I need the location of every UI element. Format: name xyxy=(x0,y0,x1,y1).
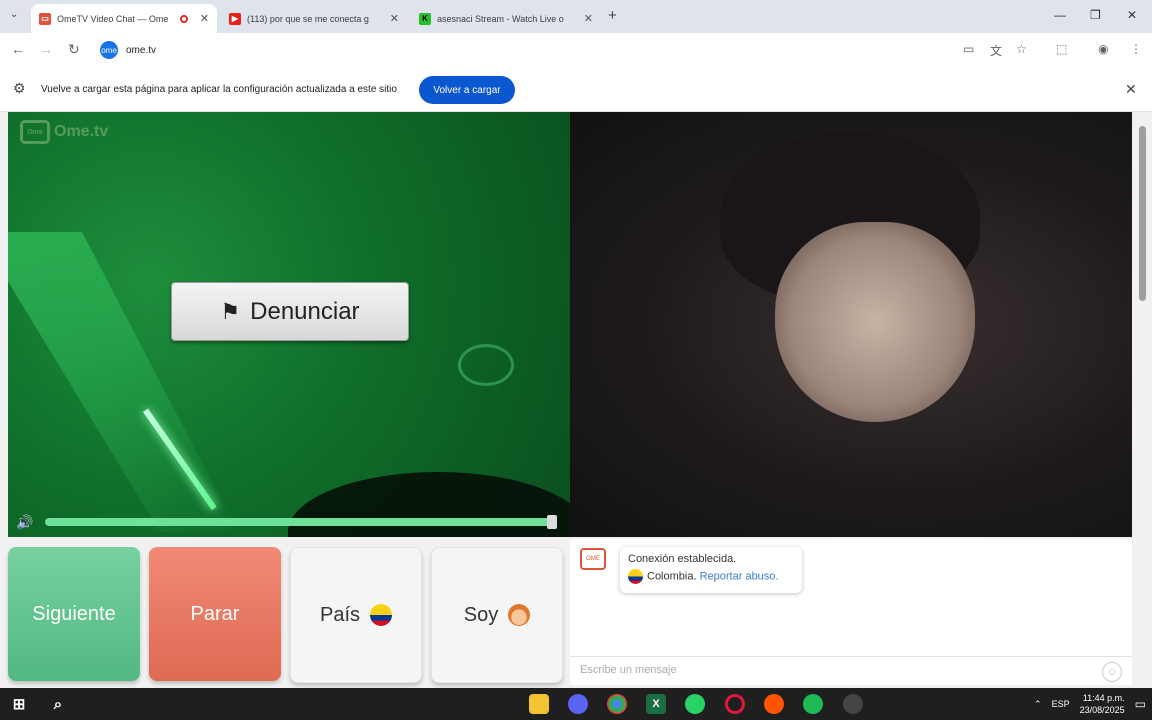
watermark-text: Ome.tv xyxy=(54,123,109,140)
report-abuse-link[interactable]: Reportar abuso. xyxy=(700,570,779,582)
browser-tab-strip: ⌄ ▭ OmeTV Video Chat — Ome ✕ ▶ (113) por… xyxy=(0,0,1152,33)
site-info-icon[interactable]: ome xyxy=(100,41,118,59)
tab-title: OmeTV Video Chat — Ome xyxy=(57,13,169,24)
kick-favicon-icon: K xyxy=(419,12,431,25)
system-message: Conexión establecida. Colombia. Reportar… xyxy=(620,547,802,593)
tab-title: (113) por que se me conecta g xyxy=(247,13,369,24)
page-scrollbar[interactable] xyxy=(1133,112,1152,688)
file-explorer-icon[interactable] xyxy=(529,694,549,714)
reload-icon[interactable]: ↻ xyxy=(68,41,80,58)
close-tab-icon[interactable]: ✕ xyxy=(584,12,593,25)
search-icon[interactable]: ⌕ xyxy=(48,694,68,714)
reload-infobar: ⚙ Vuelve a cargar esta página para aplic… xyxy=(0,67,1152,112)
flag-icon: ⚑ xyxy=(220,298,241,324)
report-label: Denunciar xyxy=(250,297,360,325)
message-input[interactable]: Escribe un mensaje ☺ xyxy=(570,656,1132,683)
excel-icon[interactable]: X xyxy=(646,694,666,714)
recording-icon xyxy=(179,14,188,23)
translate-icon[interactable]: 文 xyxy=(990,42,1002,59)
extensions-icon[interactable]: ⬚ xyxy=(1056,42,1067,56)
forward-icon[interactable]: → xyxy=(39,41,53,57)
chat-panel: OME Conexión establecida. Colombia. Repo… xyxy=(570,539,1132,685)
ometv-page: Ome Ome.tv ⚑ Denunciar 🔊 Siguiente Parar… xyxy=(0,112,1152,688)
ometv-favicon-icon: ▭ xyxy=(39,12,51,25)
reload-page-button[interactable]: Volver a cargar xyxy=(419,76,515,104)
restore-icon[interactable]: ❐ xyxy=(1090,8,1101,22)
clock[interactable]: 11:44 p.m. 23/08/2025 xyxy=(1080,692,1125,716)
report-button[interactable]: ⚑ Denunciar xyxy=(171,282,409,341)
gender-label: Soy xyxy=(463,603,499,626)
stop-button[interactable]: Parar xyxy=(149,547,281,681)
volume-knob[interactable] xyxy=(546,515,557,529)
country-label: País xyxy=(319,603,361,626)
close-tab-icon[interactable]: ✕ xyxy=(200,12,209,25)
speaker-icon[interactable]: 🔊 xyxy=(16,514,33,531)
next-button[interactable]: Siguiente xyxy=(8,547,140,681)
volume-bar: 🔊 xyxy=(8,508,570,537)
ometv-watermark-logo: Ome Ome.tv xyxy=(20,120,108,144)
windows-start-icon[interactable]: ⊞ xyxy=(9,694,29,714)
cast-icon[interactable]: ▭ xyxy=(963,42,974,56)
clock-time: 11:44 p.m. xyxy=(1082,693,1125,703)
self-video xyxy=(570,112,1132,537)
tab-title: asesnaci Stream - Watch Live o xyxy=(437,13,564,24)
circle-reflection xyxy=(458,344,514,386)
system-tray: ⌃ ESP 11:44 p.m. 23/08/2025 ▭ xyxy=(1034,688,1146,720)
boy-avatar-icon xyxy=(508,604,531,626)
stop-label: Parar xyxy=(190,602,240,625)
soundcloud-icon[interactable] xyxy=(764,694,784,714)
minimize-icon[interactable]: — xyxy=(1054,8,1066,22)
volume-fill xyxy=(45,518,552,526)
new-tab-button[interactable]: + xyxy=(608,7,617,24)
partner-video[interactable]: Ome Ome.tv ⚑ Denunciar xyxy=(8,112,570,537)
emoji-icon[interactable]: ☺ xyxy=(1102,662,1122,682)
close-infobar-icon[interactable]: ✕ xyxy=(1125,81,1137,98)
spotify-icon[interactable] xyxy=(803,694,823,714)
youtube-favicon-icon: ▶ xyxy=(229,12,241,25)
chrome-icon[interactable] xyxy=(607,694,627,714)
infobar-message: Vuelve a cargar esta página para aplicar… xyxy=(41,84,397,95)
recorder-icon[interactable] xyxy=(843,694,863,714)
gender-button[interactable]: Soy xyxy=(431,547,563,683)
windows-taskbar: ⊞ ⌕ X ⌃ ESP 11:44 p.m. 23/08/2025 ▭ xyxy=(0,688,1152,720)
partner-country: Colombia. xyxy=(647,570,697,583)
tab-search-icon[interactable]: ⌄ xyxy=(10,9,18,20)
tray-chevron-icon[interactable]: ⌃ xyxy=(1034,699,1042,710)
tv-logo-icon: Ome xyxy=(20,120,50,144)
tab-kick[interactable]: K asesnaci Stream - Watch Live o ✕ xyxy=(411,4,601,33)
scrollbar-thumb[interactable] xyxy=(1139,126,1146,301)
language-indicator[interactable]: ESP xyxy=(1052,699,1070,709)
bookmark-star-icon[interactable]: ☆ xyxy=(1016,42,1027,56)
connection-status: Conexión establecida. xyxy=(628,553,737,565)
notifications-icon[interactable]: ▭ xyxy=(1135,697,1146,711)
back-icon[interactable]: ← xyxy=(11,41,25,57)
opera-icon[interactable] xyxy=(725,694,745,714)
discord-icon[interactable] xyxy=(568,694,588,714)
message-placeholder: Escribe un mensaje xyxy=(580,664,677,676)
country-button[interactable]: País xyxy=(290,547,422,683)
volume-slider[interactable] xyxy=(45,515,557,529)
tab-ometv[interactable]: ▭ OmeTV Video Chat — Ome ✕ xyxy=(31,4,217,33)
close-tab-icon[interactable]: ✕ xyxy=(390,12,399,25)
colombia-flag-icon xyxy=(370,604,393,626)
next-label: Siguiente xyxy=(32,602,116,625)
tab-youtube[interactable]: ▶ (113) por que se me conecta g ✕ xyxy=(221,4,407,33)
menu-icon[interactable]: ⋮ xyxy=(1130,42,1142,56)
whatsapp-icon[interactable] xyxy=(685,694,705,714)
person-face xyxy=(775,222,975,422)
clock-date: 23/08/2025 xyxy=(1079,705,1125,715)
url-text: ome.tv xyxy=(126,44,157,56)
close-window-icon[interactable]: ✕ xyxy=(1127,8,1137,22)
browser-toolbar: ← → ↻ ome ome.tv ▭ 文 ☆ ⬚ ◉ ⋮ xyxy=(0,33,1152,67)
profile-icon[interactable]: ◉ xyxy=(1098,42,1108,56)
ometv-chat-logo-icon: OME xyxy=(580,548,606,570)
colombia-flag-icon xyxy=(628,569,643,584)
settings-gear-icon: ⚙ xyxy=(13,80,26,96)
